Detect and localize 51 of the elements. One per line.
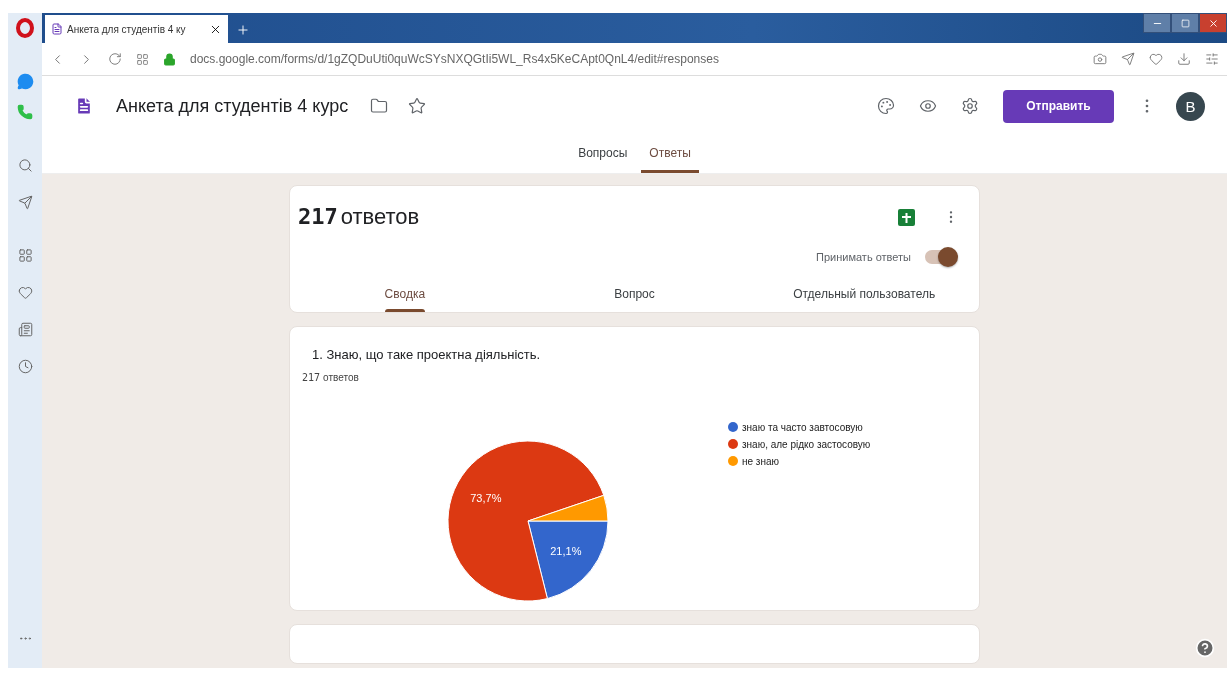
browser-tab[interactable]: Анкета для студентів 4 ку <box>45 15 228 43</box>
spreadsheet-icon[interactable] <box>898 208 915 226</box>
accept-toggle[interactable] <box>925 250 955 264</box>
heart-icon[interactable] <box>17 285 33 300</box>
help-icon[interactable] <box>1195 638 1215 658</box>
reload-icon[interactable] <box>108 52 122 66</box>
question-title: 1. Знаю, що таке проектна діяльність. <box>312 347 542 362</box>
view-tab[interactable]: Сводка <box>290 276 520 312</box>
browser-logo-icon[interactable] <box>16 18 34 38</box>
forms-icon <box>51 23 63 35</box>
news-icon[interactable] <box>17 322 33 337</box>
view-tab[interactable]: Отдельный пользователь <box>749 276 979 312</box>
legend-label: знаю, але рідко застосовую <box>742 439 871 450</box>
form-title: Анкета для студентів 4 курс <box>116 95 349 117</box>
send-button[interactable]: Отправить <box>1003 89 1114 123</box>
new-tab-icon[interactable] <box>236 23 250 37</box>
legend-label: знаю та часто завтосовую <box>742 422 863 433</box>
tabs-grid-icon[interactable] <box>136 52 149 66</box>
search-icon[interactable] <box>17 158 33 173</box>
form-tab[interactable]: Вопросы <box>570 136 636 173</box>
messenger-icon[interactable] <box>16 73 34 90</box>
grid-icon[interactable] <box>17 248 33 263</box>
lock-icon <box>163 52 176 66</box>
star-icon[interactable] <box>408 97 427 115</box>
restore-icon <box>1180 18 1190 28</box>
send-icon[interactable] <box>1121 52 1135 66</box>
address-field[interactable]: docs.google.com/forms/d/1gZQDuUti0quWcSYsNXQGtIi5WL_Rs4x5KeCApt0QnL4/edit#responses <box>190 52 1079 66</box>
close-icon <box>1207 17 1219 29</box>
settings-icon[interactable] <box>1205 52 1219 66</box>
folder-icon[interactable] <box>370 97 389 115</box>
accept-label: Принимать ответы <box>816 251 911 263</box>
camera-icon[interactable] <box>1093 52 1107 66</box>
legend-label: не знаю <box>742 456 780 467</box>
palette-icon[interactable] <box>877 97 895 115</box>
minimize-button[interactable] <box>1143 13 1171 33</box>
view-tab[interactable]: Вопрос <box>519 276 750 312</box>
response-count: 217 ответов <box>298 204 420 230</box>
slice-label: 21,1% <box>550 544 582 557</box>
eye-icon[interactable] <box>919 97 937 115</box>
maximize-button[interactable] <box>1171 13 1199 33</box>
send-icon[interactable] <box>17 195 33 210</box>
history-icon[interactable] <box>17 359 33 374</box>
download-icon[interactable] <box>1177 52 1191 66</box>
avatar[interactable]: B <box>1176 91 1205 121</box>
close-window-button[interactable] <box>1199 13 1227 33</box>
tab-title: Анкета для студентів 4 ку <box>67 23 187 35</box>
settings-icon[interactable] <box>961 97 979 115</box>
answer-count: 217 ответов <box>302 372 360 383</box>
phone-chat-icon[interactable] <box>17 104 33 120</box>
heart-icon[interactable] <box>1149 52 1163 66</box>
slice-label: 73,7% <box>470 492 502 504</box>
